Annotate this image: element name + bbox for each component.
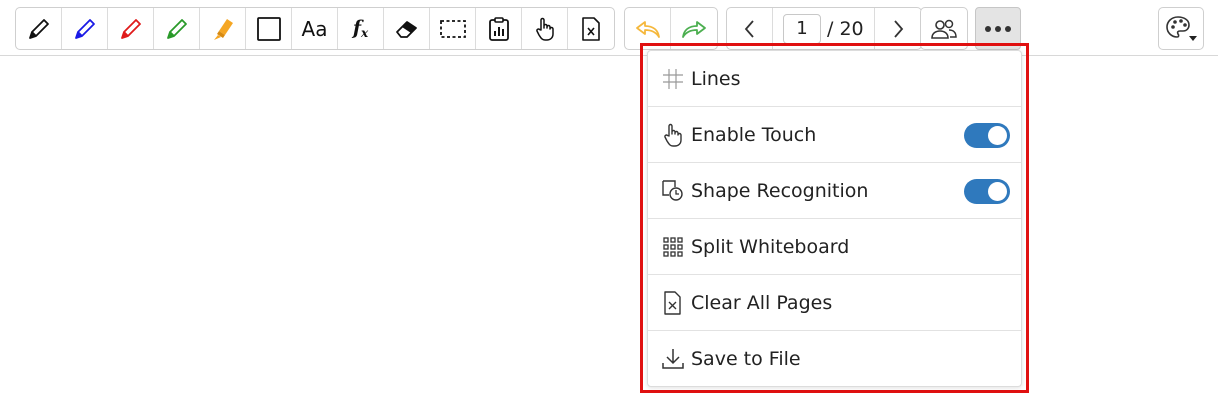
page-number-input[interactable] <box>783 13 821 44</box>
menu-item-label: Split Whiteboard <box>691 235 850 258</box>
shape-recognition-toggle[interactable] <box>964 179 1010 204</box>
pencil-red-button[interactable] <box>108 8 154 49</box>
drawing-tools-group: Aa fx <box>15 7 615 50</box>
pencil-green-icon <box>166 18 187 39</box>
chevron-right-icon <box>893 19 903 38</box>
pencil-black-button[interactable] <box>16 8 62 49</box>
highlighter-button[interactable] <box>200 8 246 49</box>
touch-hand-icon <box>661 123 685 147</box>
menu-item-label: Clear All Pages <box>691 291 833 314</box>
menu-item-label: Shape Recognition <box>691 179 869 202</box>
undo-icon <box>635 20 660 38</box>
more-options-menu: Lines Enable Touch Shape Recognition Spl… <box>647 50 1022 387</box>
shape-recognition-icon <box>661 179 685 203</box>
text-button[interactable]: Aa <box>292 8 338 49</box>
pencil-blue-icon <box>74 18 95 39</box>
menu-item-save-to-file[interactable]: Save to File <box>648 331 1021 387</box>
eraser-icon <box>395 20 417 38</box>
menu-item-label: Lines <box>691 67 741 90</box>
rectangle-button[interactable] <box>246 8 292 49</box>
select-area-icon <box>439 19 466 38</box>
menu-item-enable-touch[interactable]: Enable Touch <box>648 107 1021 163</box>
clear-all-icon <box>661 290 685 315</box>
hand-pointer-icon <box>535 17 554 41</box>
clear-page-button[interactable] <box>568 8 614 49</box>
redo-icon <box>682 20 706 38</box>
clear-page-icon <box>582 16 600 41</box>
pencil-green-button[interactable] <box>154 8 200 49</box>
split-grid-icon <box>661 235 685 259</box>
pencil-black-icon <box>28 18 49 39</box>
rectangle-icon <box>256 16 281 41</box>
palette-icon <box>1166 15 1197 41</box>
select-area-button[interactable] <box>430 8 476 49</box>
clipboard-chart-button[interactable] <box>476 8 522 49</box>
formula-icon: fx <box>352 17 369 40</box>
pencil-red-icon <box>120 18 141 39</box>
page-total: / 20 <box>827 17 864 40</box>
clipboard-chart-icon <box>488 16 509 41</box>
enable-touch-toggle[interactable] <box>964 123 1010 148</box>
formula-button[interactable]: fx <box>338 8 384 49</box>
menu-item-split-whiteboard[interactable]: Split Whiteboard <box>648 219 1021 275</box>
users-icon <box>931 19 957 39</box>
menu-item-shape-recognition[interactable]: Shape Recognition <box>648 163 1021 219</box>
download-icon <box>661 347 685 371</box>
menu-item-label: Save to File <box>691 348 801 370</box>
chevron-left-icon <box>744 19 754 38</box>
text-icon: Aa <box>301 16 328 41</box>
grid-lines-icon <box>661 67 685 91</box>
palette-button[interactable] <box>1158 7 1204 50</box>
eraser-button[interactable] <box>384 8 430 49</box>
highlighter-icon <box>213 18 233 40</box>
whiteboard-toolbar: Aa fx / 20 <box>0 0 1218 56</box>
menu-item-lines[interactable]: Lines <box>648 51 1021 107</box>
menu-item-label: Enable Touch <box>691 123 817 146</box>
menu-item-clear-all-pages[interactable]: Clear All Pages <box>648 275 1021 331</box>
hand-pointer-button[interactable] <box>522 8 568 49</box>
more-dots-icon <box>985 25 1011 32</box>
pencil-blue-button[interactable] <box>62 8 108 49</box>
